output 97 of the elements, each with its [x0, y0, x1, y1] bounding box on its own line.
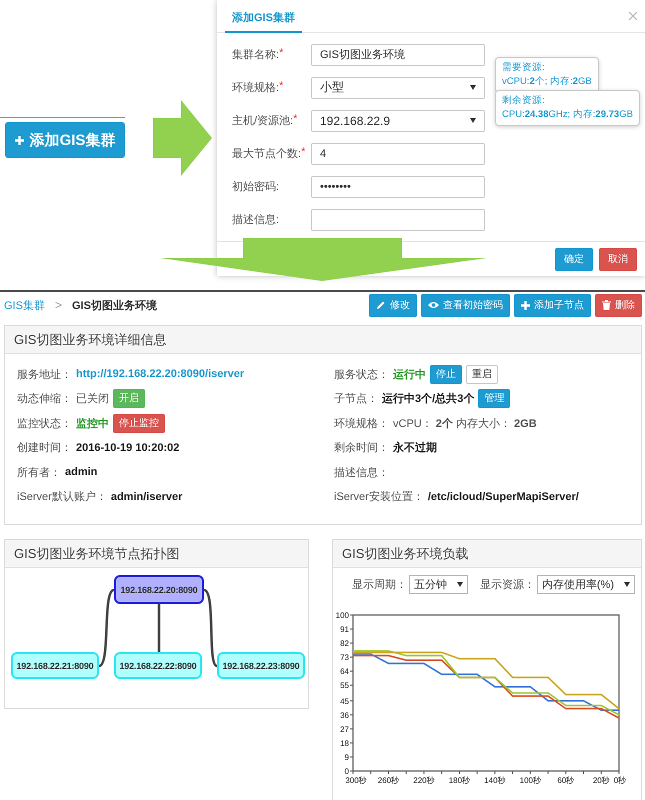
- toolbar-button[interactable]: 删除: [595, 294, 642, 316]
- field-label: 最大节点个数:*: [231, 146, 306, 161]
- detail-label: iServer安装位置：: [334, 490, 424, 504]
- detail-label: 服务地址：: [17, 368, 72, 382]
- axis-label: 100秒: [520, 776, 542, 785]
- axis-label: 73: [340, 653, 349, 662]
- detail-value: 2016-10-19 10:20:02: [76, 442, 180, 454]
- pencil-icon: [376, 300, 386, 310]
- detail-value: admin: [65, 466, 98, 478]
- resource-tooltip: 剩余资源: CPU:24.38GHz; 内存:29.73GB: [495, 90, 640, 126]
- axis-label: 0秒: [614, 776, 626, 785]
- detail-label: 服务状态：: [334, 368, 389, 382]
- action-button[interactable]: 停止监控: [113, 414, 165, 433]
- detail-value: vCPU： 2个 内存大小： 2GB: [393, 416, 537, 431]
- axis-label: 64: [340, 667, 349, 676]
- toolbar-button[interactable]: 添加子节点: [514, 294, 591, 316]
- axis-label: 100: [336, 611, 349, 620]
- field-label: 描述信息:: [231, 213, 280, 227]
- field-label: 主机/资源池:*: [231, 113, 298, 128]
- panel-title: GIS切图业务环境负载: [333, 540, 641, 568]
- node[interactable]: 192.168.22.20:8090: [114, 575, 204, 604]
- axis-label: 300秒: [345, 776, 367, 785]
- close-icon[interactable]: [629, 12, 637, 20]
- node[interactable]: 192.168.22.23:8090: [217, 652, 305, 679]
- axis-label: 60秒: [557, 776, 574, 785]
- service-link[interactable]: http://192.168.22.20:8090/iserver: [76, 368, 244, 380]
- axis-label: 45: [340, 696, 349, 706]
- axis-label: 20秒: [592, 776, 610, 785]
- detail-value: 监控中: [76, 416, 109, 431]
- toolbar-button[interactable]: 查看初始密码: [421, 294, 510, 316]
- right-arrow-icon: [153, 100, 213, 176]
- caret-icon: [470, 118, 476, 123]
- plus-icon: [521, 300, 530, 310]
- axis-label: 55: [340, 681, 349, 690]
- dialog-button[interactable]: 取消: [599, 248, 637, 270]
- axis-label: 91: [340, 625, 349, 634]
- field-label: 集群名称:*: [231, 47, 284, 62]
- action-button[interactable]: 重启: [466, 364, 498, 384]
- input-field[interactable]: 4: [311, 142, 485, 164]
- node[interactable]: 192.168.22.21:8090: [11, 652, 99, 679]
- caret-icon: [470, 85, 476, 90]
- input-field[interactable]: [311, 208, 485, 230]
- toolbar-button[interactable]: 修改: [369, 294, 417, 316]
- plus-icon: [14, 136, 24, 144]
- axis-label: 36: [340, 710, 349, 720]
- axis-label: 9: [344, 752, 349, 762]
- axis-label: 260秒: [378, 776, 400, 785]
- connector: [158, 604, 160, 652]
- select-field[interactable]: 192.168.22.9: [311, 110, 485, 132]
- detail-label: 描述信息：: [334, 466, 389, 480]
- detail-value: admin/iserver: [110, 490, 182, 503]
- detail-value: 运行中3个/总共3个: [382, 392, 474, 406]
- detail-label: 子节点：: [334, 392, 378, 406]
- panel-title: GIS切图业务环境详细信息: [5, 326, 641, 354]
- input-field[interactable]: ••••••••: [311, 176, 485, 198]
- axis-label: 18: [340, 738, 349, 748]
- detail-value: 已关闭: [76, 392, 109, 406]
- filter-label: 显示资源：: [480, 578, 535, 592]
- breadcrumb-separator: >: [54, 298, 62, 312]
- detail-value: 永不过期: [393, 440, 437, 456]
- axis-label: 140秒: [484, 776, 506, 785]
- axis-label: 220秒: [413, 776, 435, 785]
- add-cluster-button[interactable]: 添加GIS集群: [5, 122, 125, 158]
- action-button[interactable]: 管理: [478, 389, 510, 408]
- panel-title: GIS切图业务环境节点拓扑图: [5, 540, 308, 568]
- select-field[interactable]: 小型: [311, 76, 485, 98]
- axis-label: 27: [340, 724, 349, 734]
- detail-label: 监控状态：: [17, 416, 72, 431]
- select-field[interactable]: 内存使用率(%): [536, 575, 635, 594]
- field-label: 环境规格:*: [231, 80, 284, 95]
- detail-label: 动态伸缩：: [17, 392, 72, 406]
- action-button[interactable]: 开启: [113, 389, 145, 408]
- breadcrumb-current: GIS切图业务环境: [72, 298, 157, 312]
- detail-value: 运行中: [393, 368, 426, 382]
- dialog-button[interactable]: 确定: [555, 248, 593, 270]
- trash-icon: [602, 300, 611, 310]
- detail-label: 创建时间：: [17, 441, 72, 456]
- field-label: 初始密码:: [231, 180, 280, 194]
- select-field[interactable]: 五分钟: [408, 575, 468, 594]
- axis-label: 0: [344, 767, 349, 776]
- node[interactable]: 192.168.22.22:8090: [114, 652, 202, 679]
- caret-icon: [456, 582, 463, 587]
- caret-icon: [624, 582, 630, 587]
- detail-label: 剩余时间：: [334, 441, 389, 456]
- dialog-title[interactable]: 添加GIS集群: [225, 10, 302, 33]
- axis-label: 180秒: [448, 776, 470, 785]
- filter-label: 显示周期：: [352, 578, 407, 592]
- action-button[interactable]: 停止: [430, 364, 462, 384]
- resource-tooltip: 需要资源: vCPU:2个; 内存:2GB: [495, 57, 599, 93]
- breadcrumb-link[interactable]: GIS集群: [4, 298, 45, 312]
- axis-label: 82: [340, 639, 349, 648]
- detail-label: iServer默认账户：: [17, 490, 107, 504]
- detail-label: 所有者：: [17, 466, 61, 480]
- detail-label: 环境规格：: [334, 416, 389, 431]
- eye-icon: [428, 301, 439, 309]
- input-field[interactable]: GIS切图业务环境: [311, 44, 485, 66]
- detail-value: /etc/icloud/SuperMapiServer/: [428, 490, 579, 503]
